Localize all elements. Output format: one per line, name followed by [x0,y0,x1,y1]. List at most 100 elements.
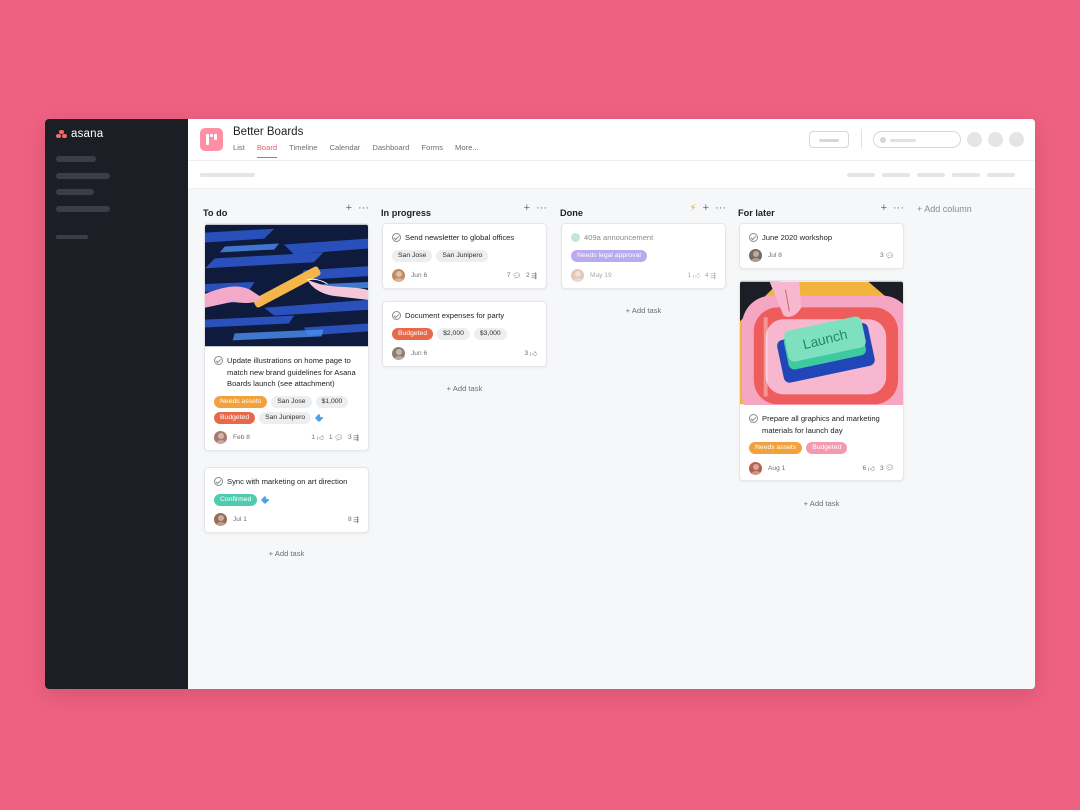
due-date[interactable]: Aug 1 [768,465,862,472]
complete-checkbox-icon[interactable] [392,311,401,321]
tab-dashboard[interactable]: Dashboard [372,143,409,158]
tag[interactable]: Budgeted [392,327,434,340]
due-date[interactable]: Jul 1 [233,516,348,523]
tag[interactable]: $1,000 [315,395,349,408]
avatar[interactable] [749,461,762,475]
task-card[interactable]: 409a announcement Needs legal approval M… [561,223,726,289]
add-column-button[interactable]: + Add column [917,204,972,214]
subtask-icon[interactable]: ⇶ [531,272,537,280]
add-task-plus-icon[interactable]: + [524,202,530,214]
tag[interactable]: Needs assets [214,395,268,408]
tag-list: Needs legal approval [571,249,716,262]
header-button-placeholder[interactable] [809,131,849,148]
tag[interactable]: San Jose [392,249,433,262]
task-card[interactable]: Document expenses for party Budgeted $2,… [382,301,547,367]
sidebar-section-placeholder[interactable] [56,235,88,239]
avatar[interactable] [392,347,405,360]
avatar[interactable] [214,431,227,444]
tab-list[interactable]: List [233,143,245,158]
toolbar-placeholder[interactable] [882,173,910,177]
complete-checkbox-icon[interactable] [749,233,758,243]
toolbar-placeholder[interactable] [917,173,945,177]
add-task-plus-icon[interactable]: + [881,202,887,214]
thumbs-up-icon[interactable]: 👍︎ [868,464,875,473]
complete-checkbox-icon[interactable] [214,477,223,487]
add-task-plus-icon[interactable]: + [703,202,709,214]
tag[interactable]: $3,000 [473,327,507,340]
add-task-button[interactable]: + Add task [204,549,369,558]
sidebar-item-placeholder[interactable] [56,189,94,195]
tag-icon[interactable] [315,413,325,423]
avatar[interactable] [214,513,227,526]
tag[interactable]: Budgeted [806,442,848,454]
task-card[interactable]: Update illustrations on home page to mat… [204,223,369,451]
comment-icon[interactable]: 💬︎ [334,434,343,442]
task-card[interactable]: June 2020 workshop Jul 8 3 💬︎ [739,223,904,269]
tag[interactable]: San Jose [271,395,312,408]
task-card[interactable]: Launch Prepare all graphics and marketin… [739,280,904,481]
avatar[interactable] [571,269,584,282]
avatar[interactable] [1009,132,1024,147]
toolbar-placeholder[interactable] [847,173,875,177]
subtask-icon[interactable]: ⇶ [710,272,716,280]
more-options-icon[interactable]: ··· [358,202,369,214]
toolbar-placeholder[interactable] [200,173,255,177]
tag[interactable]: San Junipero [436,249,489,262]
add-task-button[interactable]: + Add task [382,384,547,393]
comment-icon[interactable]: 💬︎ [512,272,521,280]
tab-board[interactable]: Board [256,143,278,158]
project-tabs: List Board Timeline Calendar Dashboard F… [233,143,479,158]
column-title: To do [203,208,228,218]
due-date[interactable]: Jun 6 [411,272,507,279]
complete-checkbox-icon[interactable] [749,414,758,424]
comment-icon[interactable]: 💬︎ [885,252,894,260]
due-date[interactable]: Jun 6 [411,350,525,357]
tag[interactable]: Needs legal approval [571,249,647,262]
subtask-icon[interactable]: ⇶ [353,434,359,442]
thumbs-up-icon[interactable]: 👍︎ [693,271,700,280]
tag[interactable]: Needs assets [749,442,803,454]
add-task-button[interactable]: + Add task [561,306,726,315]
lightning-bolt-icon[interactable]: ⚡︎ [690,203,697,214]
subtask-icon[interactable]: ⇶ [353,516,359,524]
tag-icon[interactable] [261,495,271,505]
search-input[interactable] [873,131,961,148]
add-task-plus-icon[interactable]: + [346,202,352,214]
board-column-for-later: For later + ··· June 2020 workshop Jul 8 [738,202,904,508]
header-icon-button[interactable] [988,132,1003,147]
tag[interactable]: Budgeted [214,411,256,424]
task-card[interactable]: Send newsletter to global offices San Jo… [382,223,547,289]
toolbar-placeholder[interactable] [952,173,980,177]
asana-logo[interactable]: asana [56,128,103,140]
more-options-icon[interactable]: ··· [893,202,904,214]
comment-icon[interactable]: 💬︎ [885,464,894,472]
tag[interactable]: San Junipero [259,411,312,424]
add-task-button[interactable]: + Add task [739,499,904,508]
sidebar-item-placeholder[interactable] [56,173,110,179]
thumbs-up-icon[interactable]: 👍︎ [317,433,324,442]
complete-checkbox-icon[interactable] [214,356,223,366]
due-date[interactable]: Feb 8 [233,434,311,441]
completed-checkbox-icon[interactable] [571,233,580,243]
add-task-label: Add task [809,499,840,508]
toolbar-placeholder[interactable] [987,173,1015,177]
comment-count: 3 [879,252,884,259]
due-date[interactable]: May 19 [590,272,687,279]
avatar[interactable] [392,269,405,282]
sidebar-item-placeholder[interactable] [56,156,96,162]
more-options-icon[interactable]: ··· [536,202,547,214]
task-card[interactable]: Sync with marketing on art direction Con… [204,467,369,533]
tab-timeline[interactable]: Timeline [289,143,317,158]
complete-checkbox-icon[interactable] [392,233,401,243]
tab-calendar[interactable]: Calendar [330,143,361,158]
tab-forms[interactable]: Forms [422,143,444,158]
avatar[interactable] [749,249,762,262]
tab-more[interactable]: More... [455,143,479,158]
more-options-icon[interactable]: ··· [715,202,726,214]
tag[interactable]: Confirmed [214,493,258,506]
due-date[interactable]: Jul 8 [768,252,880,259]
tag[interactable]: $2,000 [437,327,470,340]
header-icon-button[interactable] [967,132,982,147]
thumbs-up-icon[interactable]: 👍︎ [530,349,537,358]
sidebar-item-placeholder[interactable] [56,206,110,212]
